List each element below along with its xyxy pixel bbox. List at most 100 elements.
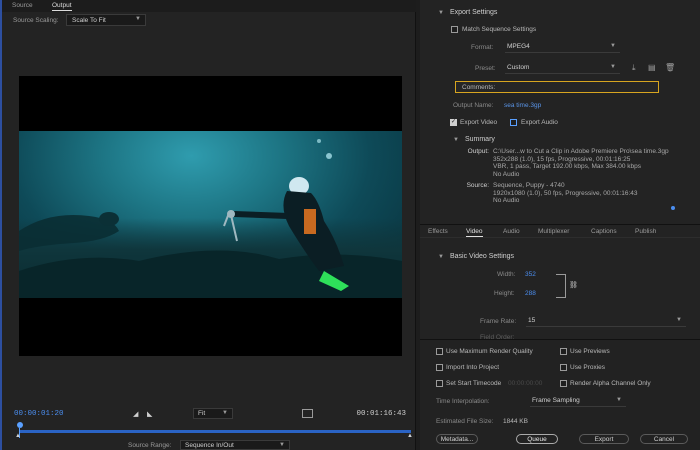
chevron-down-icon: ▼ xyxy=(222,410,228,416)
set-start-timecode-label: Set Start Timecode xyxy=(446,380,502,387)
video-frame-image xyxy=(19,131,402,298)
export-settings-panel: ▼ Export Settings Match Sequence Settings… xyxy=(420,0,700,450)
zoom-value: Fit xyxy=(198,410,206,417)
max-render-checkbox[interactable] xyxy=(436,348,443,355)
tab-captions[interactable]: Captions xyxy=(591,228,617,235)
height-value[interactable]: 288 xyxy=(525,290,536,297)
time-interpolation-select[interactable]: Frame Sampling ▼ xyxy=(530,396,626,407)
summary-source-key: Source: xyxy=(466,182,489,189)
timecode-in[interactable]: 00:00:01:20 xyxy=(14,410,64,418)
export-settings-header[interactable]: ▼ Export Settings xyxy=(438,9,497,16)
save-preset-icon[interactable]: ⤓ xyxy=(632,63,636,73)
export-video-label: Export Video xyxy=(460,119,498,126)
queue-button[interactable]: Queue xyxy=(516,434,558,444)
source-range-select[interactable]: Sequence In/Out ▼ xyxy=(180,440,290,450)
export-audio-checkbox[interactable] xyxy=(510,119,517,126)
source-scaling-value: Scale To Fit xyxy=(72,17,106,24)
summary-source-line: 1920x1080 (1.0), 50 fps, Progressive, 00… xyxy=(493,189,638,197)
summary-output-key: Output: xyxy=(467,148,489,155)
timeline-controls: 00:00:01:20 ◢ ◣ Fit ▼ 00:01:16:43 ▲ ▲ So… xyxy=(2,402,416,450)
timecode-duration: 00:01:16:43 xyxy=(356,410,406,418)
summary-output-line: No Audio xyxy=(493,170,520,178)
start-timecode-value[interactable]: 00:00:00:00 xyxy=(508,380,542,387)
import-project-checkbox[interactable] xyxy=(436,364,443,371)
preset-label: Preset: xyxy=(475,65,496,72)
link-chain-icon[interactable]: ⛓ xyxy=(569,281,578,289)
comments-label: Comments: xyxy=(462,84,496,91)
export-button[interactable]: Export xyxy=(579,434,629,444)
format-value: MPEG4 xyxy=(507,43,530,50)
file-size-value: 1844 KB xyxy=(503,418,528,425)
tab-video[interactable]: Video xyxy=(466,228,483,237)
tab-output[interactable]: Output xyxy=(52,2,72,11)
delete-preset-icon[interactable]: 🗑 xyxy=(665,63,675,72)
render-alpha-checkbox[interactable] xyxy=(560,380,567,387)
render-alpha-label: Render Alpha Channel Only xyxy=(570,380,651,387)
format-select[interactable]: MPEG4 ▼ xyxy=(505,42,620,53)
aspect-ratio-icon[interactable] xyxy=(302,409,313,418)
chevron-down-icon: ▼ xyxy=(616,397,622,403)
preset-select[interactable]: Custom ▼ xyxy=(505,63,620,74)
summary-header[interactable]: ▼ Summary xyxy=(453,136,495,143)
export-video-checkbox[interactable] xyxy=(450,118,457,126)
tab-source[interactable]: Source xyxy=(12,2,33,9)
format-label: Format: xyxy=(471,44,494,51)
video-preview xyxy=(19,76,402,356)
file-size-label: Estimated File Size: xyxy=(436,418,494,425)
zoom-select[interactable]: Fit ▼ xyxy=(193,408,233,419)
time-interpolation-label: Time Interpolation: xyxy=(436,398,490,405)
source-scaling-row: Source Scaling: Scale To Fit ▼ xyxy=(2,12,416,30)
source-output-tabs: Source Output xyxy=(2,0,416,12)
frame-rate-label: Frame Rate: xyxy=(480,318,517,325)
mark-in-icon[interactable]: ◢ xyxy=(133,410,138,418)
width-label: Width: xyxy=(497,271,516,278)
height-label: Height: xyxy=(494,290,515,297)
export-audio-label: Export Audio xyxy=(521,119,558,126)
scroll-indicator[interactable] xyxy=(671,206,675,210)
underwater-scene xyxy=(19,139,402,298)
source-range-label: Source Range: xyxy=(128,442,172,449)
import-preset-icon[interactable]: ▤ xyxy=(648,63,656,72)
source-range-row: Source Range: Sequence In/Out ▼ xyxy=(2,439,416,450)
source-output-panel: Source Output Source Scaling: Scale To F… xyxy=(0,0,416,450)
tab-publish[interactable]: Publish xyxy=(635,228,656,235)
source-scaling-label: Source Scaling: xyxy=(13,17,59,24)
match-sequence-label: Match Sequence Settings xyxy=(462,26,537,33)
time-interpolation-value: Frame Sampling xyxy=(532,397,580,404)
source-range-value: Sequence In/Out xyxy=(185,442,234,449)
use-proxies-checkbox[interactable] xyxy=(560,364,567,371)
tab-multiplexer[interactable]: Multiplexer xyxy=(538,228,569,235)
cancel-button[interactable]: Cancel xyxy=(640,434,688,444)
use-proxies-label: Use Proxies xyxy=(570,364,606,371)
set-start-timecode-checkbox[interactable] xyxy=(436,380,443,387)
collapse-icon: ▼ xyxy=(453,137,459,143)
basic-video-title: Basic Video Settings xyxy=(449,253,515,260)
chevron-down-icon: ▼ xyxy=(676,317,682,323)
summary-title: Summary xyxy=(464,136,495,143)
frame-rate-select[interactable]: 15 ▼ xyxy=(526,316,686,327)
summary-source-line: Sequence, Puppy - 4740 xyxy=(493,182,565,189)
width-value[interactable]: 352 xyxy=(525,271,536,278)
source-scaling-select[interactable]: Scale To Fit ▼ xyxy=(66,14,146,26)
output-name-link[interactable]: sea time.3gp xyxy=(504,102,541,109)
playhead-handle[interactable] xyxy=(17,422,23,428)
chevron-down-icon: ▼ xyxy=(279,442,285,448)
scrub-bar[interactable] xyxy=(19,430,411,433)
basic-video-header[interactable]: ▼ Basic Video Settings xyxy=(438,253,514,260)
metadata-button[interactable]: Metadata... xyxy=(436,434,478,444)
use-previews-checkbox[interactable] xyxy=(560,348,567,355)
comments-field[interactable]: Comments: xyxy=(455,81,659,93)
export-settings-title: Export Settings xyxy=(449,9,498,16)
tab-audio[interactable]: Audio xyxy=(503,228,520,235)
preset-value: Custom xyxy=(507,64,530,71)
tab-effects[interactable]: Effects xyxy=(428,228,448,235)
summary-output-line: 352x288 (1.0), 15 fps, Progressive, 00:0… xyxy=(493,155,631,163)
mark-out-icon[interactable]: ◣ xyxy=(147,410,152,418)
max-render-label: Use Maximum Render Quality xyxy=(446,348,533,355)
import-project-label: Import Into Project xyxy=(446,364,500,371)
output-name-label: Output Name: xyxy=(453,102,494,109)
match-sequence-checkbox[interactable] xyxy=(451,26,458,33)
settings-tabs: Effects Video Audio Multiplexer Captions… xyxy=(420,224,700,238)
collapse-icon: ▼ xyxy=(438,10,444,16)
summary-output: C:\User...w to Cut a Clip in Adobe Premi… xyxy=(493,148,669,178)
